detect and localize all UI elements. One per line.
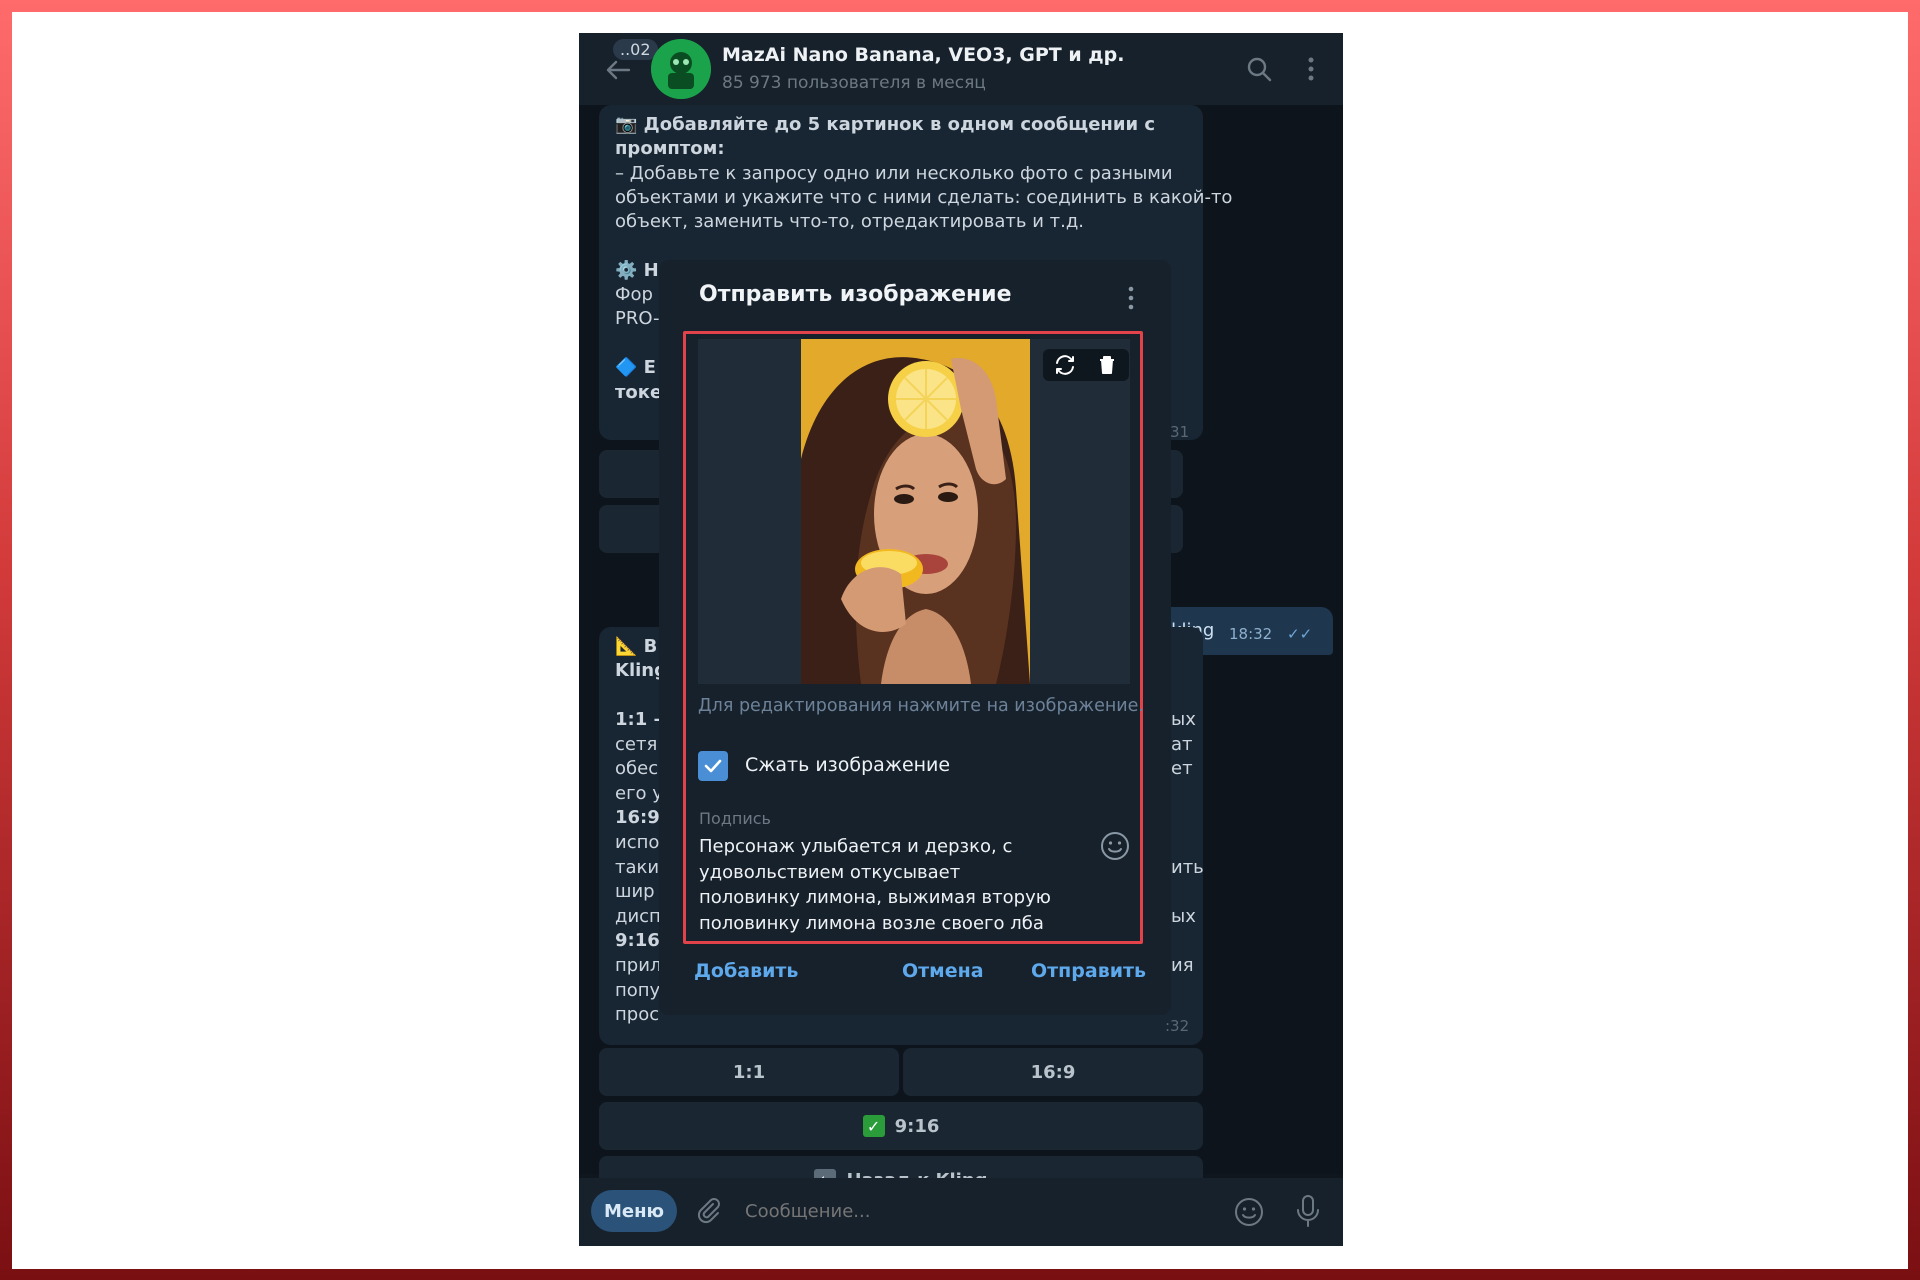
message-line: PRO- bbox=[615, 308, 660, 329]
message-line: ия bbox=[1171, 955, 1194, 976]
check-mark-icon: ✓ bbox=[862, 1115, 885, 1137]
replace-icon[interactable] bbox=[1053, 353, 1077, 377]
keyboard-button-9-16[interactable]: ✓ 9:16 bbox=[599, 1102, 1203, 1150]
message-line: таки bbox=[615, 856, 660, 878]
message-line: прил bbox=[615, 955, 662, 976]
message-line: объект, заменить что-то, отредактировать… bbox=[615, 211, 1085, 232]
edit-hint: Для редактирования нажмите на изображени… bbox=[698, 696, 1144, 716]
message-line: дисп bbox=[615, 905, 661, 927]
highlight-box: Для редактирования нажмите на изображени… bbox=[683, 331, 1144, 944]
microphone-icon[interactable] bbox=[1295, 1194, 1321, 1228]
chat-title[interactable]: MazAi Nano Banana, VEO3, GPT и др. bbox=[722, 44, 1124, 66]
compress-checkbox[interactable] bbox=[698, 751, 728, 781]
message-line: ых bbox=[1171, 905, 1196, 927]
message-line: токе bbox=[615, 382, 663, 403]
unread-badge: ..02 bbox=[613, 39, 658, 60]
photo-illustration bbox=[801, 339, 1030, 684]
message-line: ат bbox=[1171, 733, 1193, 755]
caption-field[interactable]: Персонаж улыбается и дерзко, с удовольст… bbox=[699, 834, 1059, 936]
image-tools bbox=[1043, 349, 1129, 381]
dialog-title: Отправить изображение bbox=[699, 282, 1012, 307]
emoji-icon[interactable] bbox=[1099, 830, 1131, 862]
keyboard-button-label: 9:16 bbox=[894, 1115, 940, 1137]
outgoing-time: 18:32 bbox=[1229, 625, 1273, 643]
telegram-window: ..02 MazAi Nano Banana, VEO3, GPT и др. … bbox=[579, 33, 1343, 1246]
chat-subtitle: 85 973 пользователя в месяц bbox=[722, 73, 986, 93]
message-line: попу bbox=[615, 979, 661, 1001]
woman-lemon-photo[interactable] bbox=[801, 339, 1030, 684]
message-line: ет bbox=[1171, 758, 1193, 780]
send-image-dialog: Отправить изображение Для редактирования… bbox=[659, 260, 1171, 1015]
message-line: ых bbox=[1171, 709, 1196, 730]
caption-label: Подпись bbox=[699, 809, 771, 828]
compress-label[interactable]: Сжать изображение bbox=[745, 754, 950, 776]
chat-header: ..02 MazAi Nano Banana, VEO3, GPT и др. … bbox=[579, 33, 1343, 105]
message-line: обес bbox=[615, 758, 659, 780]
message-line: 1:1 – bbox=[615, 709, 663, 730]
paperclip-icon[interactable] bbox=[693, 1196, 723, 1226]
search-icon[interactable] bbox=[1245, 55, 1273, 83]
message-line: ⚙️ Н bbox=[615, 260, 659, 281]
message-line: 📐 В bbox=[615, 636, 658, 657]
bot-avatar-icon bbox=[651, 39, 711, 99]
cancel-button[interactable]: Отмена bbox=[902, 960, 984, 982]
message-line: ить bbox=[1171, 856, 1204, 878]
menu-button[interactable]: Меню bbox=[591, 1190, 677, 1232]
message-line: испо bbox=[615, 832, 660, 853]
checkmark-icon bbox=[704, 759, 722, 773]
more-vertical-icon[interactable] bbox=[1303, 55, 1319, 83]
add-button[interactable]: Добавить bbox=[694, 960, 798, 982]
message-line: прос bbox=[615, 1004, 660, 1026]
message-input[interactable] bbox=[745, 1198, 1185, 1224]
send-button[interactable]: Отправить bbox=[1031, 960, 1146, 982]
trash-icon[interactable] bbox=[1095, 353, 1119, 377]
image-preview[interactable] bbox=[698, 339, 1130, 684]
message-line: его у bbox=[615, 782, 663, 804]
message-line: 📷 Добавляйте до 5 картинок в одном сообщ… bbox=[615, 114, 1155, 135]
message-line: – Добавьте к запросу одно или несколько … bbox=[615, 163, 1173, 184]
double-check-icon: ✓✓ bbox=[1287, 625, 1313, 643]
more-vertical-icon[interactable] bbox=[1125, 284, 1137, 312]
message-line: Фор bbox=[615, 284, 653, 305]
keyboard-button-1-1[interactable]: 1:1 bbox=[599, 1048, 899, 1096]
message-time: :32 bbox=[1165, 1017, 1190, 1035]
message-input-bar: Меню bbox=[579, 1178, 1343, 1246]
message-line: 9:16 bbox=[615, 930, 660, 952]
emoji-icon[interactable] bbox=[1233, 1196, 1265, 1228]
message-line: объектами и укажите что с ними сделать: … bbox=[615, 187, 1233, 208]
avatar[interactable] bbox=[651, 39, 711, 99]
keyboard-button-16-9[interactable]: 16:9 bbox=[903, 1048, 1203, 1096]
message-line: сетя bbox=[615, 733, 658, 755]
message-line: 🔷 Е bbox=[615, 357, 656, 378]
message-line: промптом: bbox=[615, 138, 725, 159]
message-line: 16:9 bbox=[615, 807, 660, 829]
message-line: шир bbox=[615, 881, 655, 903]
